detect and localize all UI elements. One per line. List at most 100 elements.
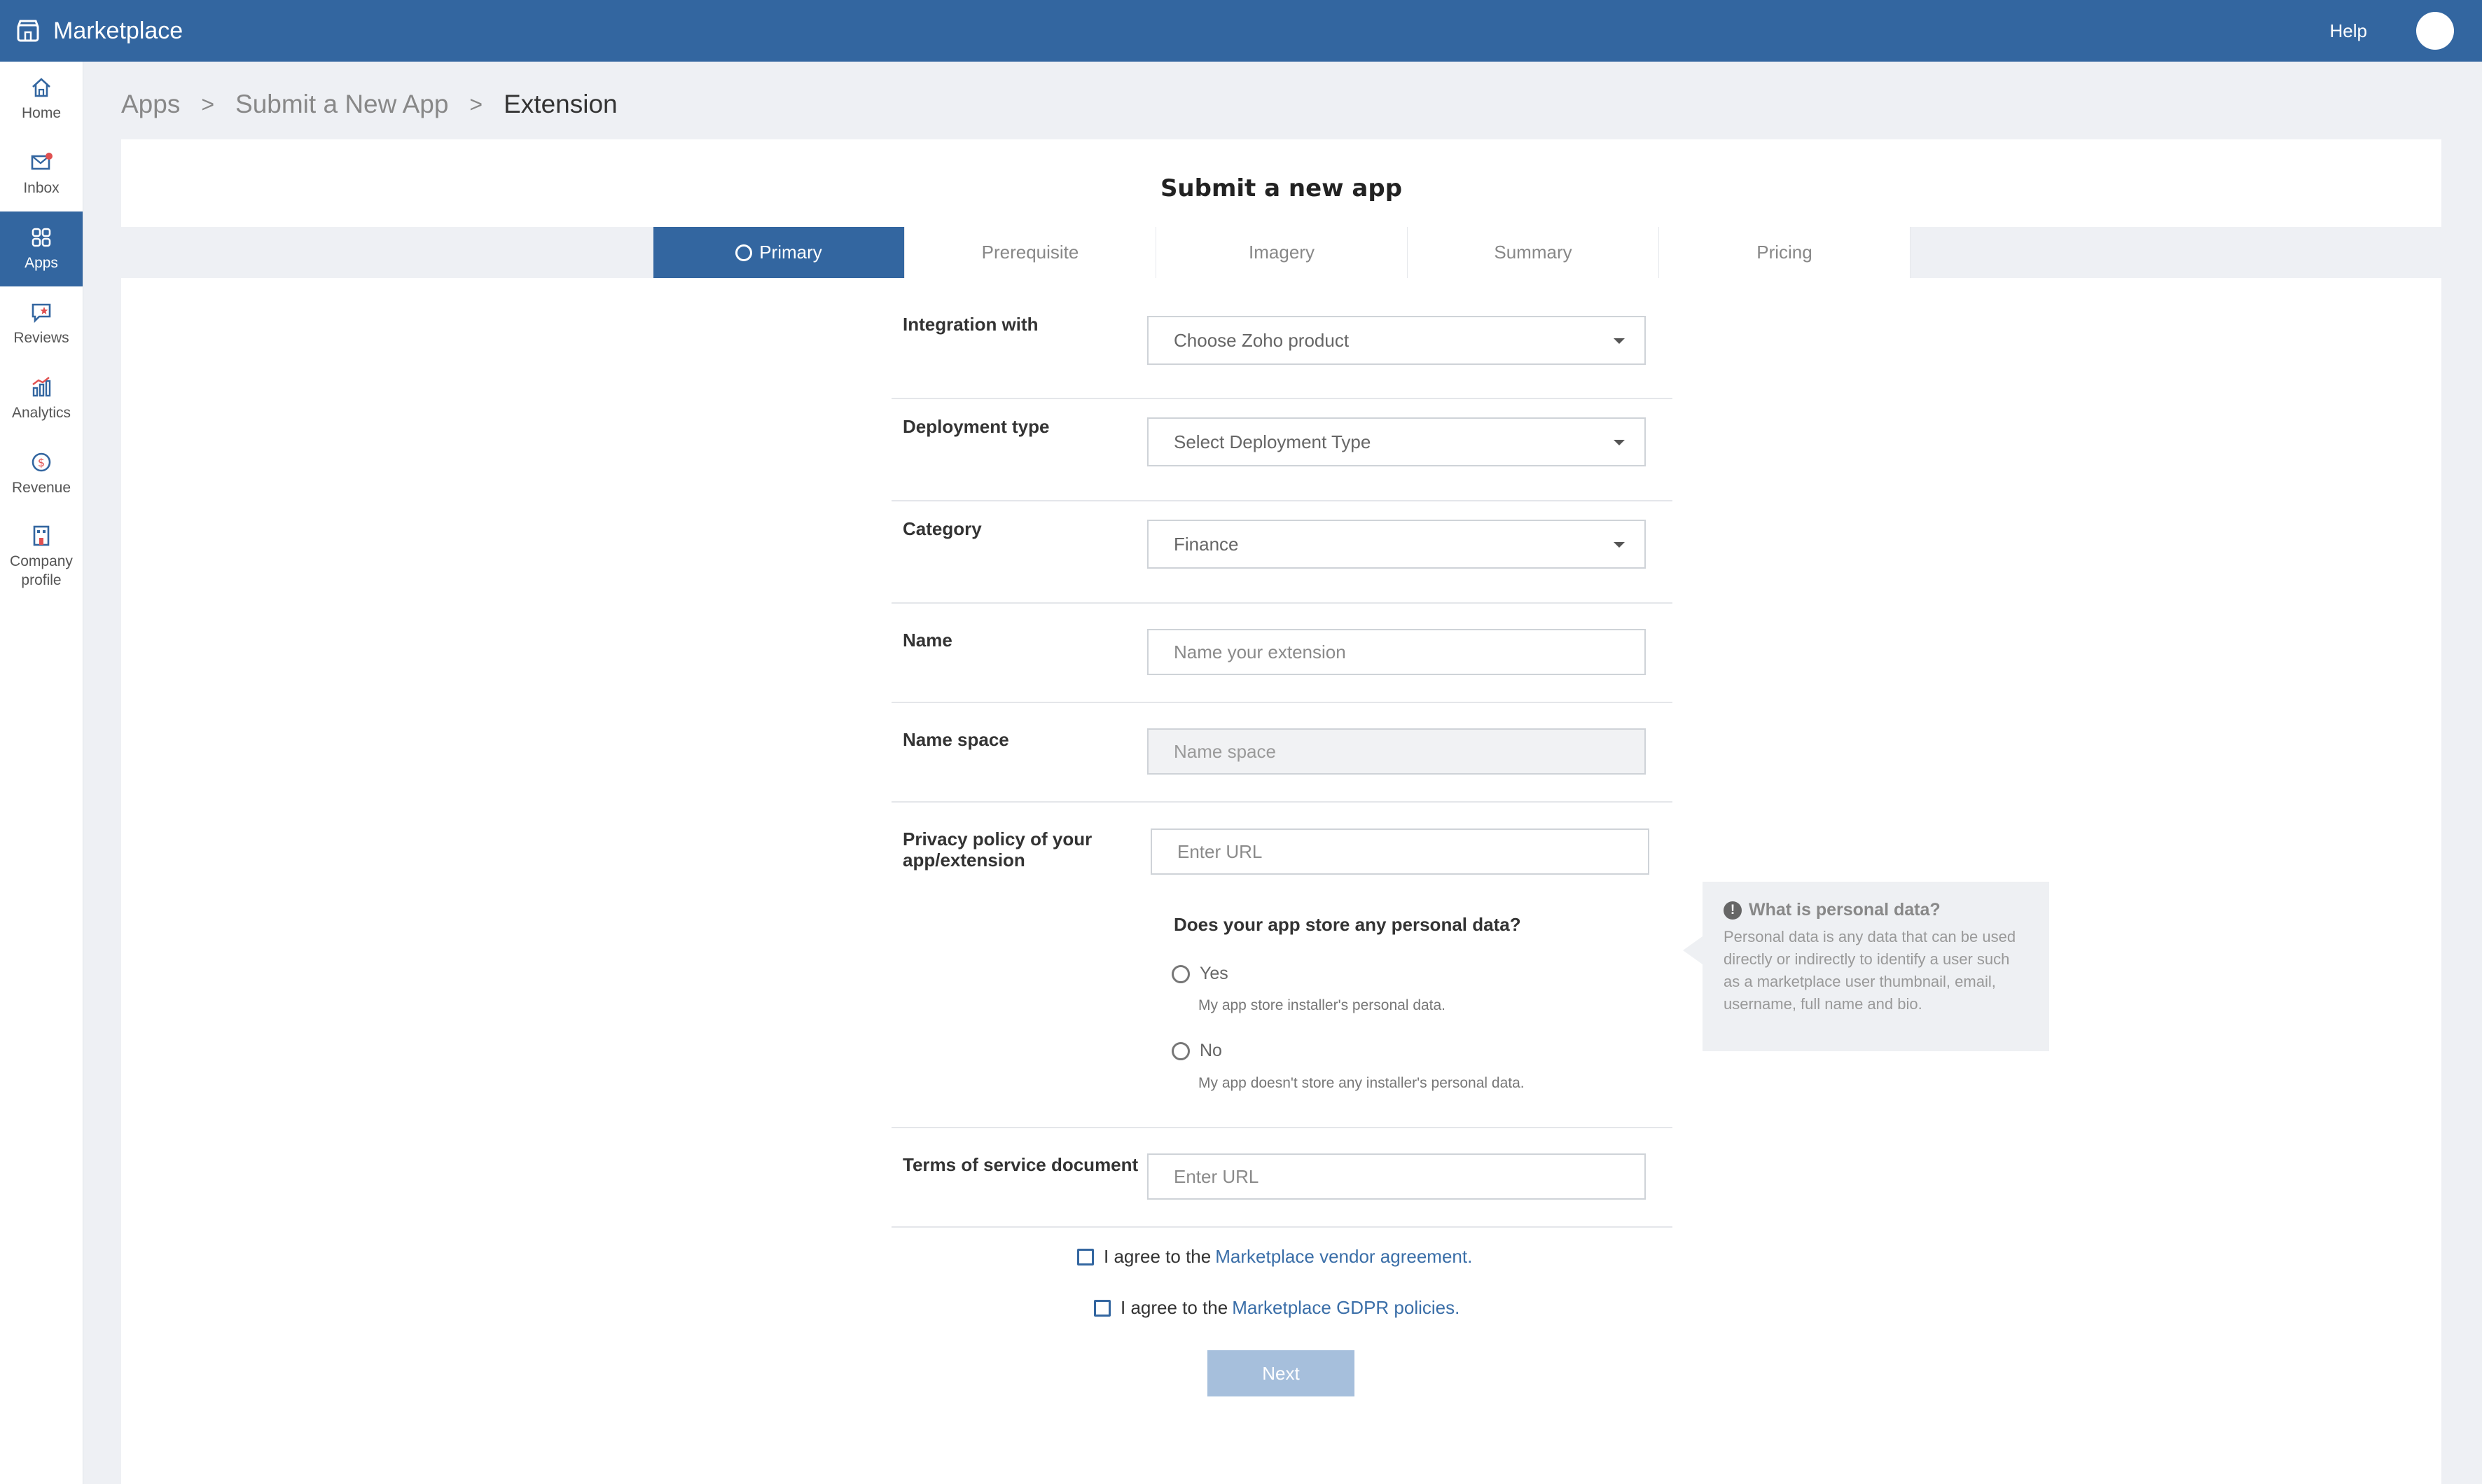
category-select[interactable]: Finance bbox=[1147, 520, 1646, 569]
info-text: Personal data is any data that can be us… bbox=[1724, 928, 2016, 1013]
gdpr-agreement-prefix: I agree to the bbox=[1121, 1297, 1228, 1318]
privacy-label: Privacy policy of your app/extension bbox=[903, 828, 1093, 871]
name-row: Name bbox=[892, 604, 1672, 703]
category-row: Category Finance bbox=[892, 501, 1672, 604]
chevron-down-icon bbox=[1614, 440, 1625, 445]
radio-no-description: My app doesn't store any installer's per… bbox=[1198, 1075, 1525, 1091]
radio-yes-label: Yes bbox=[1200, 964, 1228, 983]
terms-url-field[interactable] bbox=[1147, 1153, 1646, 1200]
inbox-icon bbox=[31, 152, 53, 170]
sidebar-item-revenue[interactable]: $ Revenue bbox=[0, 436, 83, 511]
terms-url-input[interactable] bbox=[1174, 1165, 1644, 1188]
reviews-icon bbox=[32, 303, 51, 323]
personal-data-info: ! What is personal data? Personal data i… bbox=[1683, 882, 2049, 1051]
tab-label: Pricing bbox=[1756, 242, 1812, 263]
deployment-row: Deployment type Select Deployment Type bbox=[892, 399, 1672, 501]
home-icon bbox=[32, 78, 50, 97]
sidebar-item-home[interactable]: Home bbox=[0, 62, 83, 137]
radio-no-label: No bbox=[1200, 1041, 1222, 1060]
tab-bar: Primary Prerequisite Imagery Summary Pri… bbox=[121, 227, 2441, 278]
company-icon bbox=[33, 525, 50, 546]
integration-value: Choose Zoho product bbox=[1174, 329, 1350, 351]
vendor-agreement-checkbox[interactable] bbox=[1077, 1248, 1094, 1265]
app-form: Integration with Choose Zoho product Dep… bbox=[892, 297, 1672, 1228]
sidebar-item-apps[interactable]: Apps bbox=[0, 211, 83, 286]
analytics-icon bbox=[32, 376, 51, 397]
privacy-label-line2: app/extension bbox=[903, 849, 1025, 871]
namespace-label: Name space bbox=[903, 729, 1009, 750]
tab-prerequisite[interactable]: Prerequisite bbox=[905, 227, 1156, 278]
privacy-label-line1: Privacy policy of your bbox=[903, 828, 1093, 850]
sidebar-item-label: Home bbox=[21, 104, 62, 121]
name-input[interactable] bbox=[1174, 641, 1644, 663]
sidebar-item-label: Company profile bbox=[10, 553, 73, 588]
radio-no[interactable]: No bbox=[1172, 1041, 1222, 1061]
category-label: Category bbox=[903, 518, 982, 539]
info-title: What is personal data? bbox=[1749, 900, 1941, 920]
breadcrumb-submit-new-app[interactable]: Submit a New App bbox=[235, 90, 448, 119]
gdpr-agreement-checkbox[interactable] bbox=[1094, 1299, 1111, 1317]
integration-row: Integration with Choose Zoho product bbox=[892, 297, 1672, 399]
vendor-agreement-link[interactable]: Marketplace vendor agreement. bbox=[1215, 1246, 1472, 1268]
revenue-icon: $ bbox=[32, 452, 51, 472]
sidebar-item-label: Analytics bbox=[11, 404, 71, 421]
tab-label: Imagery bbox=[1249, 242, 1315, 263]
breadcrumb-separator: > bbox=[201, 91, 215, 117]
tab-label: Prerequisite bbox=[981, 242, 1079, 263]
breadcrumb-separator: > bbox=[469, 91, 483, 117]
sidebar-item-company-profile[interactable]: Company profile bbox=[0, 511, 83, 602]
info-icon: ! bbox=[1724, 901, 1742, 920]
deployment-select[interactable]: Select Deployment Type bbox=[1147, 417, 1646, 466]
breadcrumb: Apps > Submit a New App > Extension bbox=[121, 90, 618, 119]
breadcrumb-extension: Extension bbox=[504, 90, 618, 118]
sidebar-item-label: Inbox bbox=[23, 179, 60, 196]
namespace-input[interactable] bbox=[1174, 740, 1644, 763]
chevron-down-icon bbox=[1614, 542, 1625, 548]
breadcrumb-apps[interactable]: Apps bbox=[121, 90, 180, 119]
radio-yes-description: My app store installer's personal data. bbox=[1198, 997, 1446, 1013]
deployment-label: Deployment type bbox=[903, 416, 1050, 437]
apps-grid-icon bbox=[32, 228, 51, 247]
radio-yes-circle[interactable] bbox=[1172, 964, 1190, 983]
next-button[interactable]: Next bbox=[1207, 1350, 1354, 1396]
personal-data-question: Does your app store any personal data? bbox=[1174, 914, 1521, 935]
radio-yes[interactable]: Yes bbox=[1172, 964, 1228, 984]
namespace-row: Name space bbox=[892, 703, 1672, 803]
name-label: Name bbox=[903, 630, 952, 651]
progress-ring-icon bbox=[735, 244, 753, 261]
sidebar-item-inbox[interactable]: Inbox bbox=[0, 137, 83, 211]
sidebar-item-label: Apps bbox=[25, 254, 58, 271]
submit-app-card: Submit a new app Primary Prerequisite Im… bbox=[121, 139, 2441, 1484]
gdpr-policies-link[interactable]: Marketplace GDPR policies. bbox=[1232, 1297, 1460, 1319]
radio-no-circle[interactable] bbox=[1172, 1041, 1190, 1060]
help-link[interactable]: Help bbox=[2330, 20, 2367, 42]
deployment-value: Select Deployment Type bbox=[1174, 431, 1371, 452]
svg-text:$: $ bbox=[38, 456, 45, 469]
tab-label: Summary bbox=[1494, 242, 1572, 263]
privacy-url-field[interactable] bbox=[1151, 828, 1649, 875]
category-value: Finance bbox=[1174, 533, 1239, 555]
sidebar-item-analytics[interactable]: Analytics bbox=[0, 361, 83, 436]
tab-imagery[interactable]: Imagery bbox=[1156, 227, 1408, 278]
privacy-url-input[interactable] bbox=[1177, 840, 1648, 863]
sidebar-item-reviews[interactable]: Reviews bbox=[0, 286, 83, 361]
integration-label: Integration with bbox=[903, 314, 1039, 335]
top-bar: Marketplace Help bbox=[0, 0, 2482, 62]
avatar[interactable] bbox=[2416, 12, 2454, 50]
tab-summary[interactable]: Summary bbox=[1408, 227, 1659, 278]
namespace-field[interactable] bbox=[1147, 728, 1646, 775]
gdpr-agreement: I agree to the Marketplace GDPR policies… bbox=[1094, 1297, 1460, 1319]
tab-pricing[interactable]: Pricing bbox=[1659, 227, 1911, 278]
brand[interactable]: Marketplace bbox=[14, 17, 183, 45]
integration-select[interactable]: Choose Zoho product bbox=[1147, 316, 1646, 365]
chevron-down-icon bbox=[1614, 338, 1625, 344]
vendor-agreement-prefix: I agree to the bbox=[1104, 1246, 1212, 1267]
name-field[interactable] bbox=[1147, 629, 1646, 675]
sidebar: Home Inbox Apps Reviews Analytics $ Reve… bbox=[0, 62, 83, 1484]
tab-label: Primary bbox=[759, 242, 822, 263]
privacy-row: Privacy policy of your app/extension Doe… bbox=[892, 803, 1672, 1128]
terms-label: Terms of service document bbox=[903, 1154, 1139, 1175]
store-icon bbox=[17, 20, 39, 42]
tab-primary[interactable]: Primary bbox=[653, 227, 905, 278]
page-title: Submit a new app bbox=[1160, 174, 1403, 202]
